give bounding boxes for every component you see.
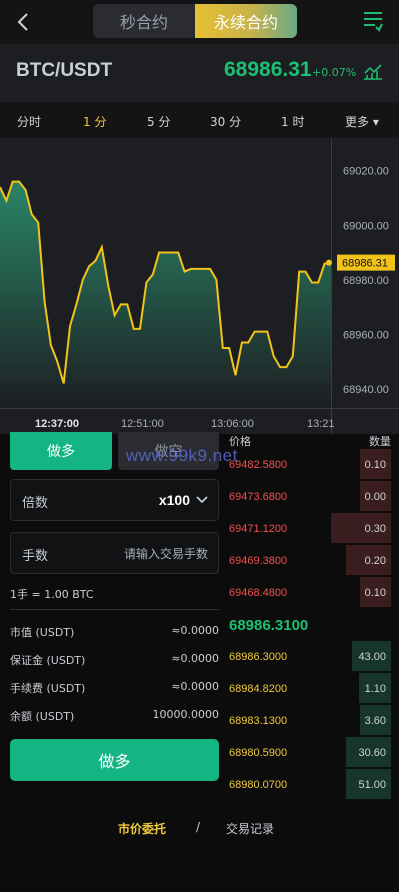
market-value-label: 市值 (USDT) <box>10 626 75 639</box>
order-price: 68980.0700 <box>229 779 288 791</box>
buy-long-tab[interactable]: 做多 <box>10 432 112 470</box>
last-price: 68986.31 <box>224 58 312 81</box>
y-tick-label: 69000.00 <box>343 220 389 232</box>
menu-icon[interactable] <box>363 10 383 32</box>
y-tick-label: 68960.00 <box>343 329 389 341</box>
order-qty: 43.00 <box>358 651 386 663</box>
x-tick-label: 13:21 <box>307 418 335 430</box>
order-qty: 0.10 <box>364 587 386 599</box>
margin-row: 保证金 (USDT) ≈0.0000 <box>10 652 219 670</box>
pair-header: BTC/USDT 68986.31 +0.07% <box>0 44 399 102</box>
market-value-row: 市值 (USDT) ≈0.0000 <box>10 624 219 642</box>
interval-30m[interactable]: 30 分 <box>210 113 241 130</box>
leverage-value: x100 <box>158 492 190 508</box>
chevron-down-icon <box>196 496 208 504</box>
order-qty: 0.10 <box>364 459 386 471</box>
order-price: 69471.1200 <box>229 523 288 535</box>
submit-long-button[interactable]: 做多 <box>10 739 219 781</box>
order-price: 69468.4800 <box>229 587 288 599</box>
contract-type-switch: 秒合约 永续合约 <box>93 4 297 38</box>
quantity-label: 手数 <box>22 549 49 564</box>
order-qty: 3.60 <box>364 715 386 727</box>
order-qty: 0.20 <box>364 555 386 567</box>
interval-more[interactable]: 更多 ▾ <box>345 113 379 130</box>
current-price-label: 68986.31 <box>342 258 388 270</box>
interval-timeshare[interactable]: 分时 <box>17 113 41 130</box>
bid-row[interactable]: 68986.3000 43.00 <box>229 641 391 671</box>
lot-size-info: 1手 = 1.00 BTC <box>10 588 94 601</box>
interval-5m[interactable]: 5 分 <box>147 113 170 130</box>
orderbook-header: 价格 数量 <box>229 433 391 449</box>
fee-value: ≈0.0000 <box>171 680 219 693</box>
tab-trade-history[interactable]: 交易记录 <box>226 820 274 837</box>
order-price: 69473.6800 <box>229 491 288 503</box>
bid-row[interactable]: 68980.5900 30.60 <box>229 737 391 767</box>
top-nav: 秒合约 永续合约 <box>0 0 399 44</box>
price-chart[interactable]: 69020.00 69000.00 68980.00 68960.00 68940.00… <box>0 138 399 434</box>
ask-row[interactable]: 69482.5800 0.10 <box>229 449 391 479</box>
fee-row: 手续费 (USDT) ≈0.0000 <box>10 680 219 698</box>
interval-1h[interactable]: 1 时 <box>281 113 304 130</box>
order-qty: 1.10 <box>364 683 386 695</box>
footer-tabs: 市价委托 / 交易记录 <box>0 818 399 838</box>
order-price: 68986.3000 <box>229 651 288 663</box>
balance-label: 余额 (USDT) <box>10 710 75 723</box>
qty-column-header: 数量 <box>369 435 391 448</box>
back-arrow-icon[interactable] <box>14 11 34 33</box>
bid-row[interactable]: 68984.8200 1.10 <box>229 673 391 703</box>
leverage-select[interactable]: 倍数 x100 <box>10 479 219 521</box>
x-tick-label: 13:06:00 <box>211 418 254 430</box>
price-area-fill <box>0 181 331 408</box>
interval-bar: 分时 1 分 5 分 30 分 1 时 更多 ▾ <box>0 102 399 138</box>
watermark: www.99k9.net <box>126 446 238 465</box>
tab-perpetual-contract[interactable]: 永续合约 <box>195 4 297 38</box>
y-tick-label: 69020.00 <box>343 166 389 178</box>
ask-row[interactable]: 69468.4800 0.10 <box>229 577 391 607</box>
order-qty: 51.00 <box>358 779 386 791</box>
current-price-dot <box>326 259 332 266</box>
order-price: 69482.5800 <box>229 459 288 471</box>
fee-label: 手续费 (USDT) <box>10 682 86 695</box>
divider <box>10 609 219 610</box>
bid-row[interactable]: 68983.1300 3.60 <box>229 705 391 735</box>
interval-1m[interactable]: 1 分 <box>83 113 106 130</box>
order-qty: 0.00 <box>364 491 386 503</box>
orderbook-mid-price: 68986.3100 <box>229 617 309 634</box>
ask-row[interactable]: 69473.6800 0.00 <box>229 481 391 511</box>
bid-row[interactable]: 68980.0700 51.00 <box>229 769 391 799</box>
trading-pair[interactable]: BTC/USDT <box>16 60 112 82</box>
margin-label: 保证金 (USDT) <box>10 654 86 667</box>
market-value: ≈0.0000 <box>171 624 219 637</box>
order-price: 68984.8200 <box>229 683 288 695</box>
order-price: 68980.5900 <box>229 747 288 759</box>
margin-value: ≈0.0000 <box>171 652 219 665</box>
tab-second-contract[interactable]: 秒合约 <box>93 4 195 38</box>
balance-value: 10000.0000 <box>152 708 219 721</box>
price-column-header: 价格 <box>229 435 251 448</box>
quantity-placeholder: 请输入交易手数 <box>123 547 208 561</box>
leverage-label: 倍数 <box>22 496 49 511</box>
y-tick-label: 68940.00 <box>343 384 389 396</box>
order-price: 69469.3800 <box>229 555 288 567</box>
chart-canvas: 69020.00 69000.00 68980.00 68960.00 68940.00… <box>0 138 399 434</box>
order-price: 68983.1300 <box>229 715 288 727</box>
tab-market-orders[interactable]: 市价委托 <box>118 820 166 837</box>
balance-row: 余额 (USDT) 10000.0000 <box>10 708 219 726</box>
chart-trend-icon[interactable] <box>363 62 383 80</box>
footer-separator: / <box>196 820 201 834</box>
ask-row[interactable]: 69471.1200 0.30 <box>229 513 391 543</box>
order-qty: 0.30 <box>364 523 386 535</box>
x-tick-label: 12:51:00 <box>121 418 164 430</box>
quantity-field[interactable]: 手数 请输入交易手数 <box>10 532 219 574</box>
ask-row[interactable]: 69469.3800 0.20 <box>229 545 391 575</box>
order-qty: 30.60 <box>358 747 386 759</box>
y-tick-label: 68980.00 <box>343 275 389 287</box>
x-tick-label: 12:37:00 <box>35 418 79 430</box>
price-change: +0.07% <box>312 66 357 79</box>
